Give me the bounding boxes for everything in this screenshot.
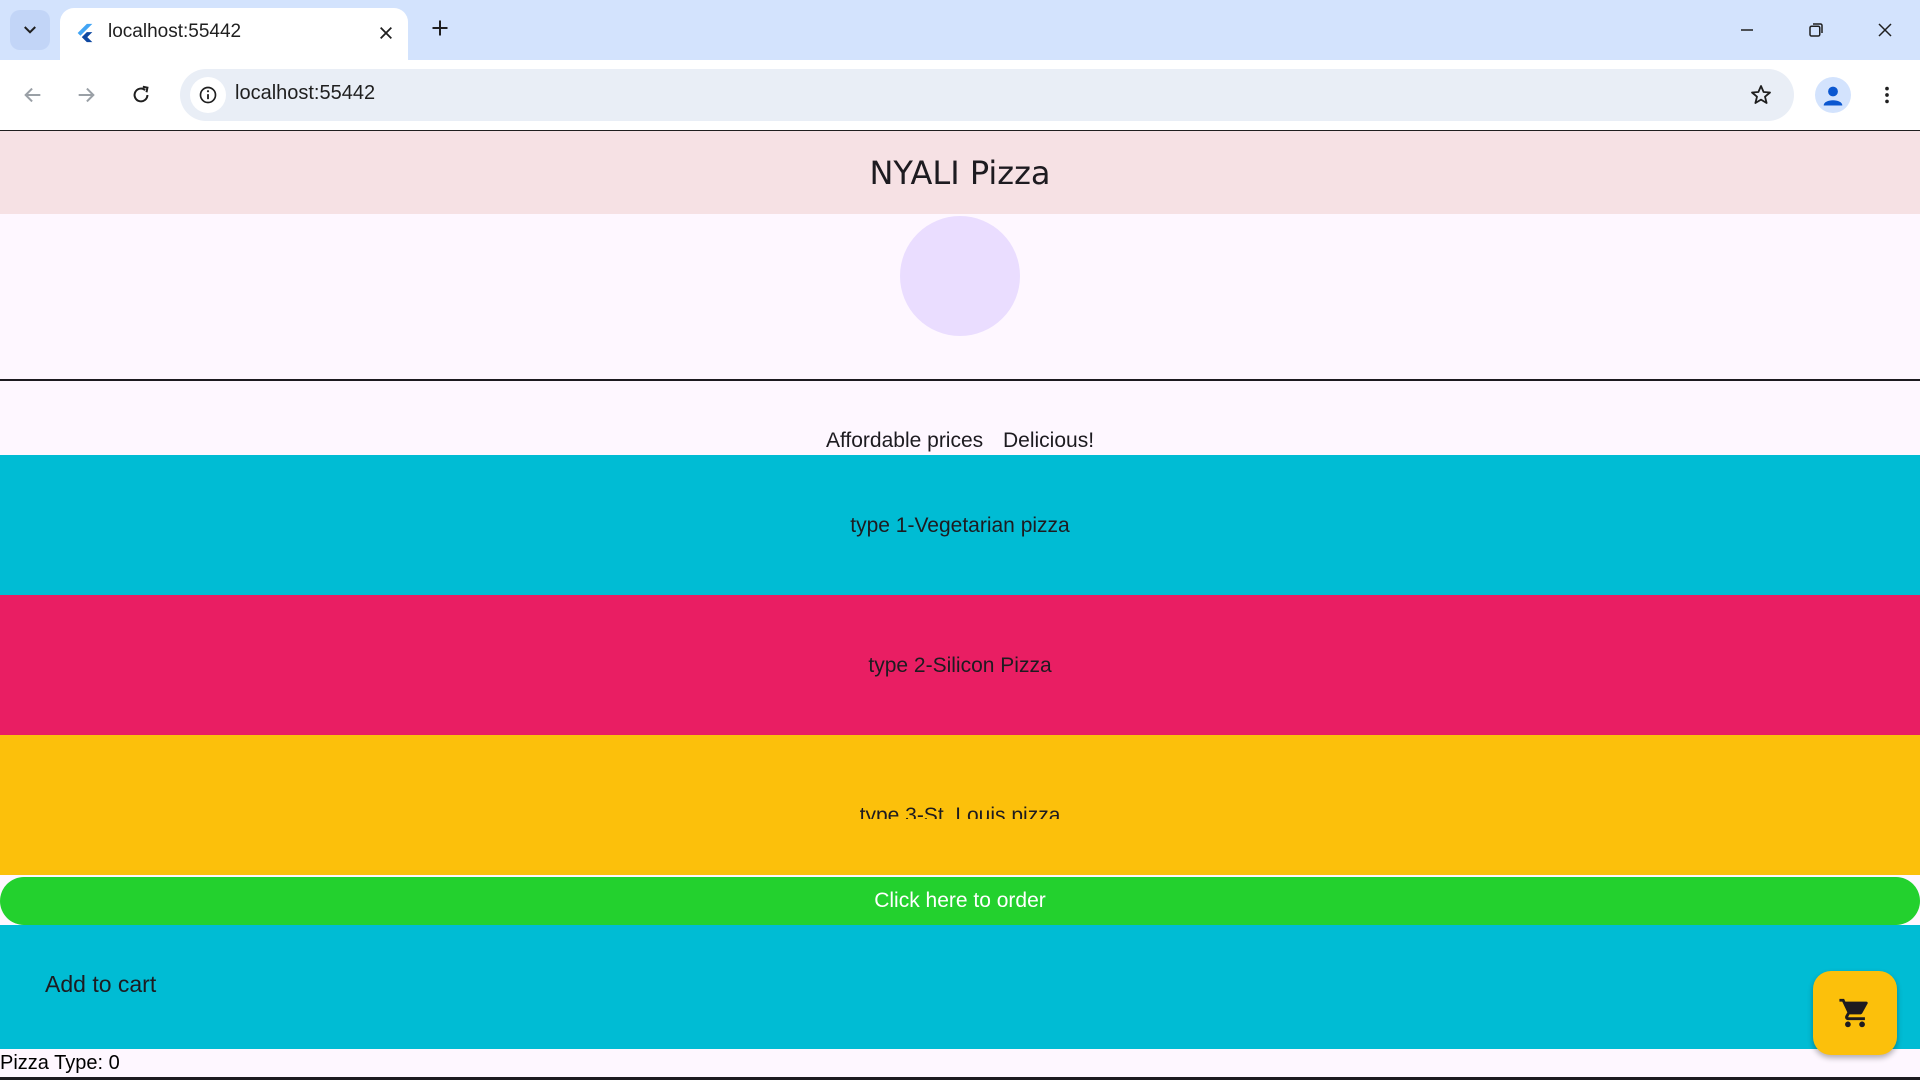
profile-button[interactable] [1815, 77, 1851, 113]
plus-icon [432, 20, 448, 36]
tagline-delicious: Delicious! [1003, 429, 1095, 452]
arrow-left-icon [24, 87, 41, 103]
address-bar[interactable]: localhost:55442 [180, 69, 1794, 121]
cart-section: Add to cart [0, 925, 1920, 1049]
avatar-circle [900, 216, 1020, 336]
star-icon [1751, 85, 1771, 104]
cart-fab-button[interactable] [1813, 971, 1897, 1055]
browser-toolbar: localhost:55442 [0, 60, 1920, 130]
app-title: NYALI Pizza [869, 153, 1051, 192]
order-button[interactable]: Click here to order [0, 877, 1920, 925]
tab-title: localhost:55442 [108, 21, 242, 42]
info-icon [199, 86, 217, 104]
tagline-prices: Affordable prices [825, 429, 984, 452]
reload-icon [133, 85, 149, 103]
tab-search-button[interactable] [10, 10, 50, 50]
flutter-icon [77, 23, 93, 43]
pizza-type-2-tile[interactable]: type 2-Silicon Pizza [0, 595, 1920, 735]
chevron-down-icon [24, 26, 36, 34]
app-bar: NYALI Pizza [0, 131, 1920, 214]
close-tab-button[interactable] [372, 19, 400, 47]
arrow-right-icon [78, 87, 95, 103]
minimize-button[interactable] [1713, 0, 1781, 60]
pizza-type-2-label: type 2-Silicon Pizza [868, 654, 1052, 677]
close-icon [380, 27, 392, 39]
reload-button[interactable] [120, 74, 162, 116]
browser-tab-strip: localhost:55442 [0, 0, 1920, 60]
browser-tab[interactable]: localhost:55442 [60, 8, 408, 60]
pizza-type-1-label: type 1-Vegetarian pizza [850, 514, 1070, 537]
back-button[interactable] [12, 74, 54, 116]
site-info-button[interactable] [190, 77, 226, 113]
shopping-cart-icon [1839, 998, 1868, 1028]
url-text[interactable]: localhost:55442 [235, 82, 375, 105]
add-to-cart-label: Add to cart [45, 971, 157, 997]
new-tab-button[interactable] [422, 10, 458, 46]
pizza-type-3-label: type 3-St. Louis pizza [859, 804, 1061, 819]
restore-icon [1809, 23, 1823, 37]
pizza-type-3-tile[interactable]: type 3-St. Louis pizza [0, 735, 1920, 875]
person-icon [1823, 86, 1843, 106]
browser-menu-button[interactable] [1868, 76, 1906, 114]
close-icon [1878, 23, 1892, 37]
forward-button[interactable] [65, 74, 107, 116]
pizza-type-status: Pizza Type: 0 [0, 1052, 120, 1074]
app-page: NYALI Pizza Affordable prices Delicious!… [0, 131, 1920, 1080]
kebab-menu-icon [1885, 86, 1889, 104]
bookmark-button[interactable] [1743, 77, 1779, 113]
restore-button[interactable] [1782, 0, 1850, 60]
tagline: Affordable prices Delicious! [0, 429, 1920, 453]
pizza-type-1-tile[interactable]: type 1-Vegetarian pizza [0, 455, 1920, 595]
close-window-button[interactable] [1851, 0, 1919, 60]
section-divider [0, 379, 1920, 381]
minimize-icon [1741, 29, 1753, 31]
